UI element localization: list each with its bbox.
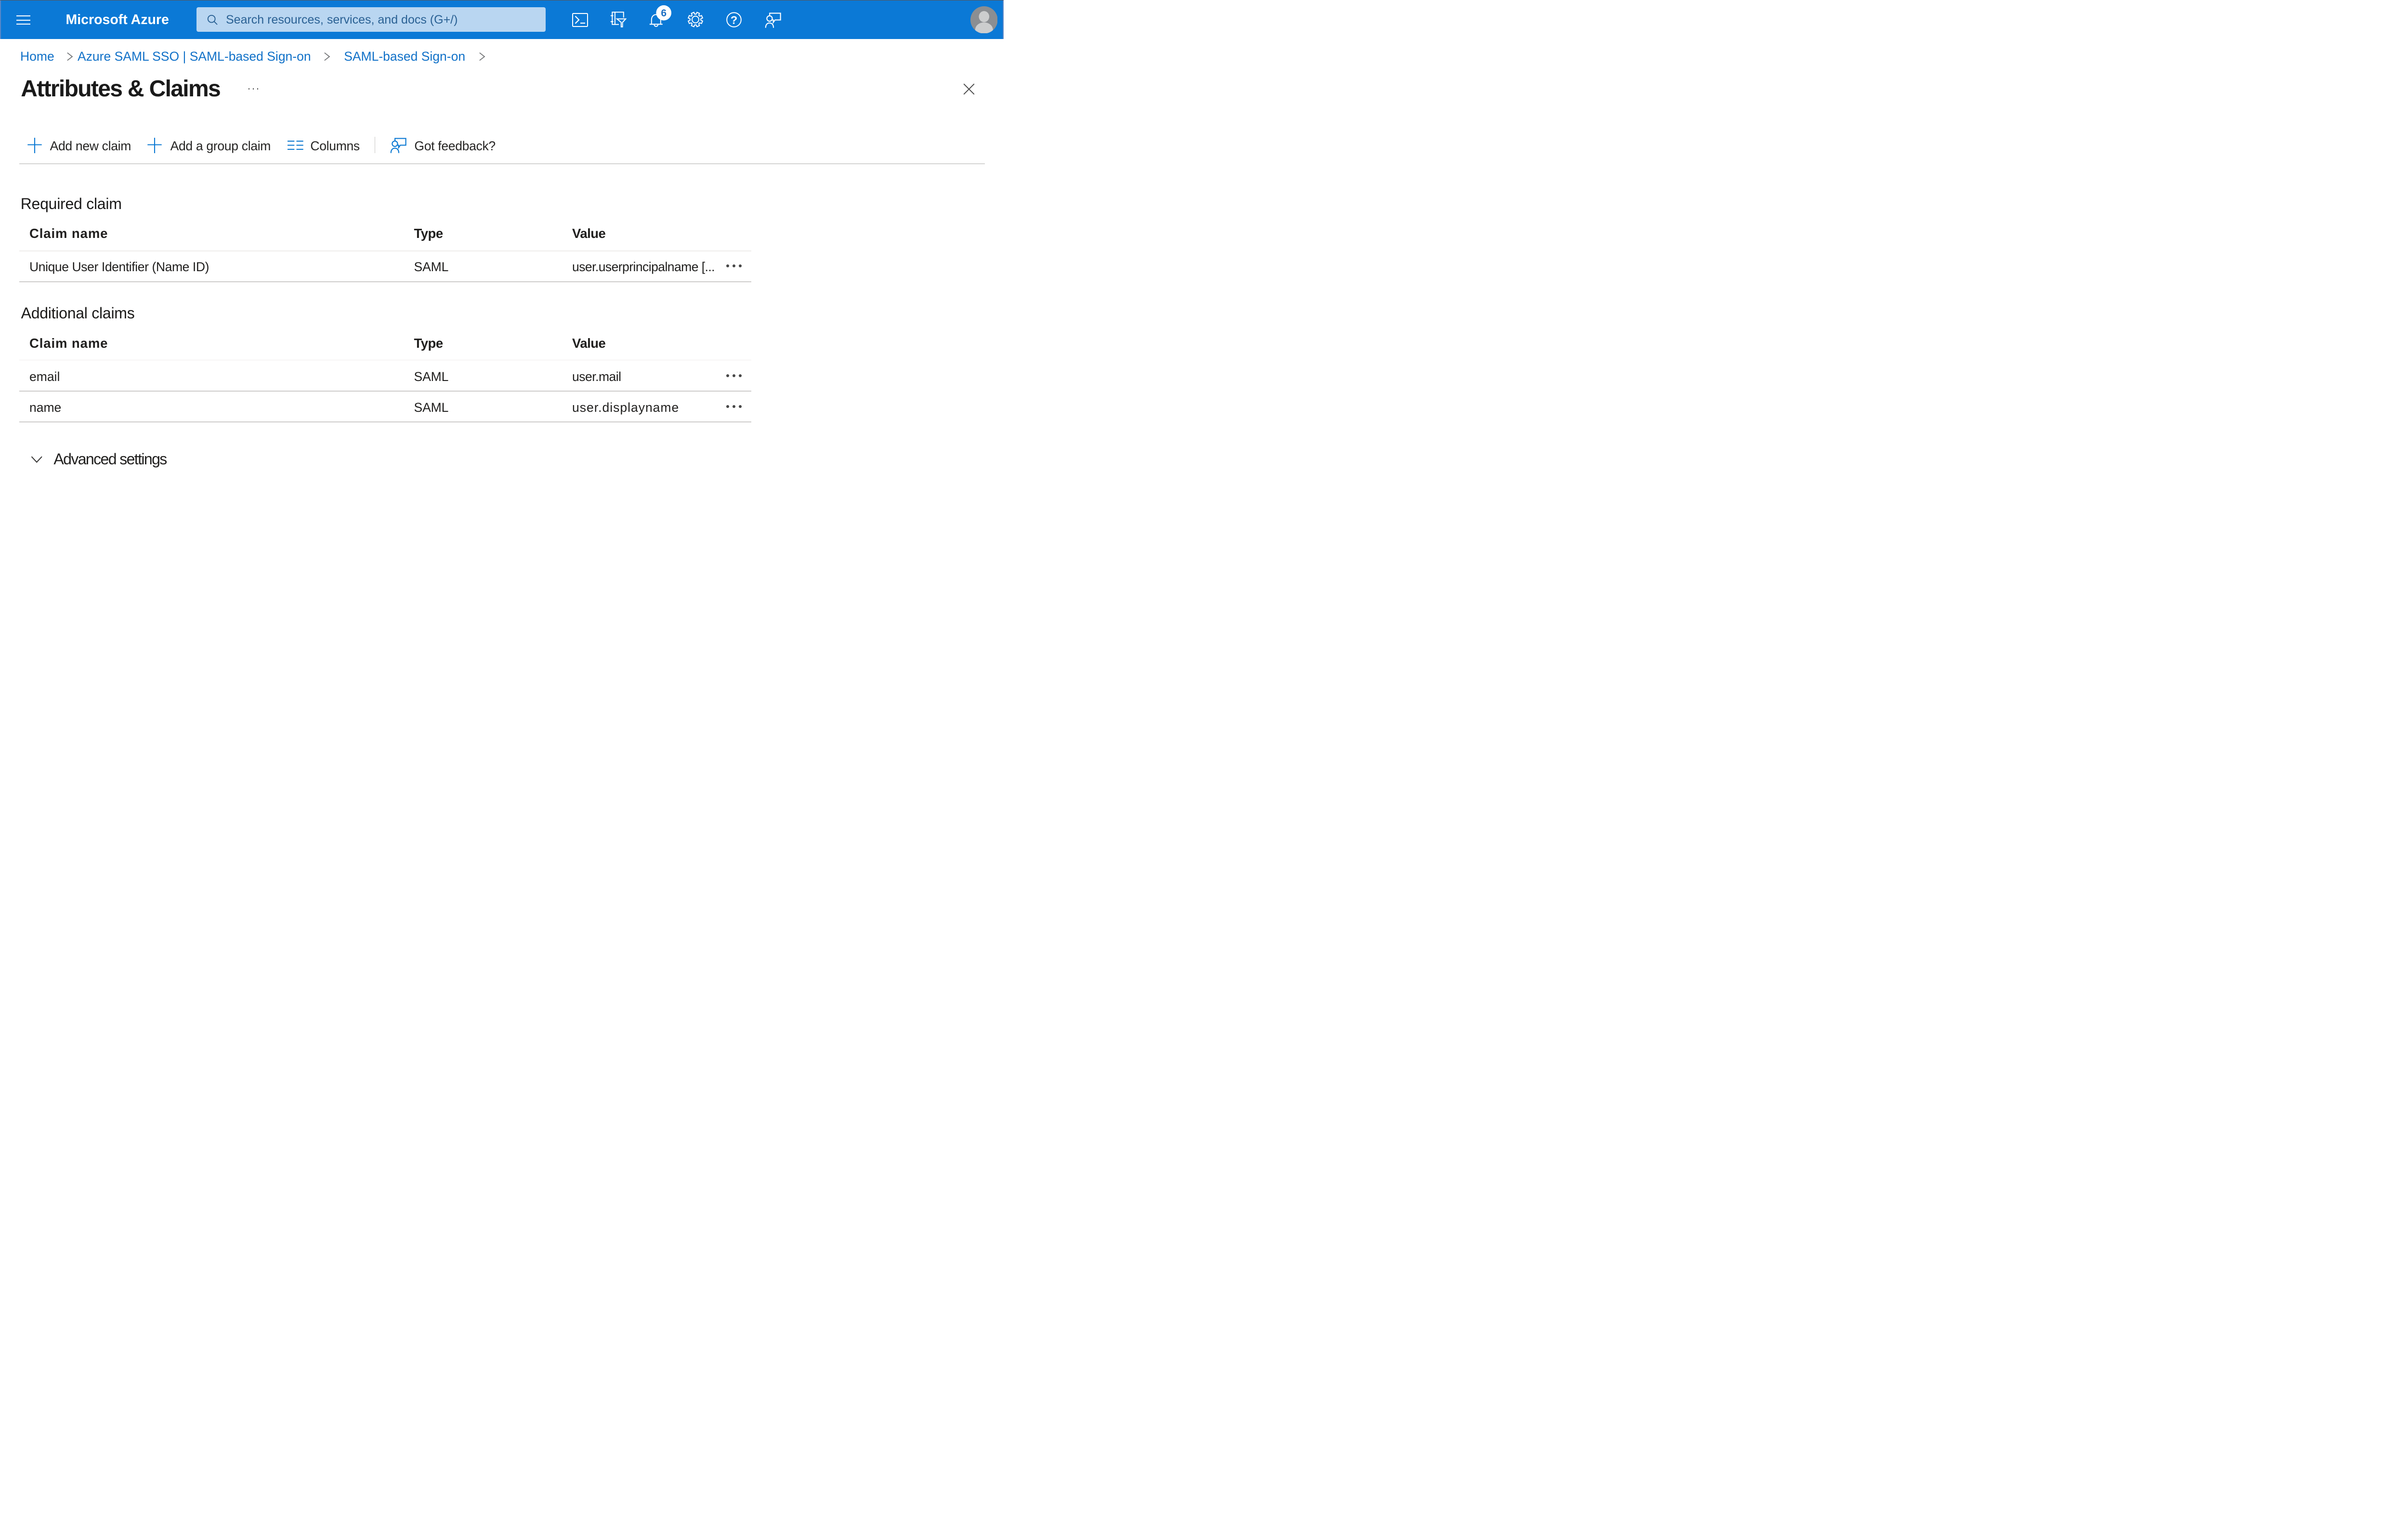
- svg-text:6: 6: [661, 8, 667, 19]
- svg-text:?: ?: [731, 13, 737, 26]
